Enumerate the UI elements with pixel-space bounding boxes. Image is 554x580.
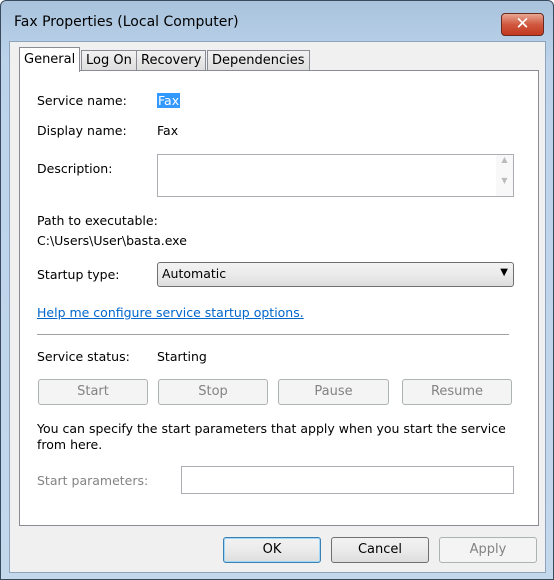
dialog-window: Fax Properties (Local Computer) ✕ Genera… [0, 0, 554, 580]
tab-recovery[interactable]: Recovery [136, 50, 207, 71]
scroll-up-icon: ▲ [501, 155, 508, 164]
chevron-down-icon: ▼ [500, 267, 508, 278]
description-scrollbar[interactable]: ▲ ▼ [496, 155, 513, 196]
help-link[interactable]: Help me configure service startup option… [37, 305, 304, 320]
separator [37, 334, 509, 335]
startup-type-value: Automatic [162, 266, 227, 281]
resume-button[interactable]: Resume [402, 379, 512, 405]
tab-general[interactable]: General [19, 47, 81, 72]
cancel-button[interactable]: Cancel [331, 537, 429, 563]
startup-type-label: Startup type: [37, 267, 120, 282]
dialog-client: General Log On Recovery Dependencies Ser… [9, 41, 546, 573]
tab-log-on[interactable]: Log On [81, 50, 137, 71]
apply-button[interactable]: Apply [439, 537, 537, 563]
params-label: Start parameters: [37, 473, 149, 488]
ok-button[interactable]: OK [223, 537, 321, 563]
tab-dependencies[interactable]: Dependencies [207, 50, 310, 71]
close-icon: ✕ [515, 14, 530, 34]
start-button[interactable]: Start [38, 379, 148, 405]
status-value: Starting [157, 349, 207, 364]
params-info: You can specify the start parameters tha… [37, 421, 506, 452]
stop-button[interactable]: Stop [158, 379, 268, 405]
window-title: Fax Properties (Local Computer) [14, 14, 239, 30]
description-label: Description: [37, 161, 113, 176]
close-button[interactable]: ✕ [501, 13, 544, 36]
startup-type-select[interactable]: Automatic ▼ [157, 262, 514, 287]
general-panel: Service name: Fax Display name: Fax Desc… [19, 70, 539, 526]
start-params-input[interactable] [181, 466, 514, 494]
path-label: Path to executable: [37, 213, 158, 228]
display-name-value: Fax [157, 123, 179, 138]
status-label: Service status: [37, 349, 130, 364]
display-name-label: Display name: [37, 123, 127, 138]
service-name-value[interactable]: Fax [157, 93, 181, 108]
description-field[interactable]: ▲ ▼ [157, 154, 514, 197]
service-name-label: Service name: [37, 93, 127, 108]
path-value: C:\Users\User\basta.exe [37, 233, 187, 248]
scroll-down-icon: ▼ [501, 176, 508, 185]
pause-button[interactable]: Pause [278, 379, 389, 405]
